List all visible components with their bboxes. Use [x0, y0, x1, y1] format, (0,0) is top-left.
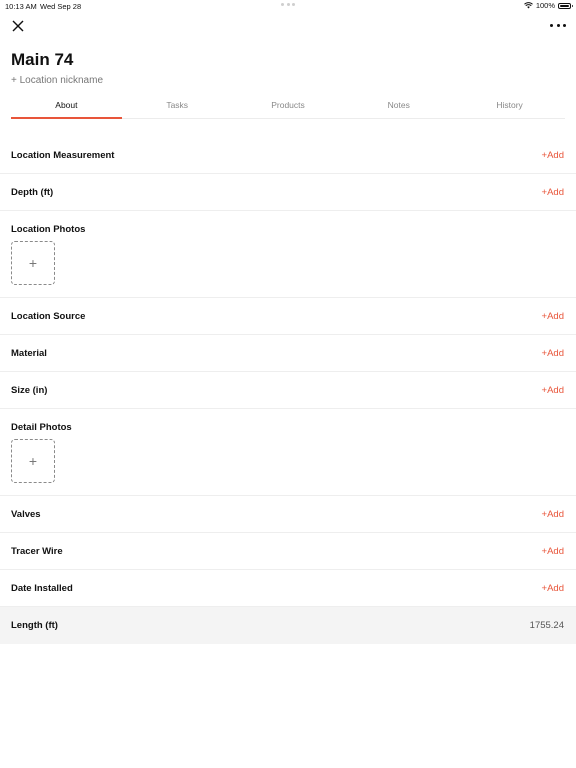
tab-notes[interactable]: Notes: [343, 96, 454, 118]
status-time: 10:13 AM: [5, 2, 37, 11]
row-depth: Depth (ft) +Add: [0, 174, 576, 211]
add-depth-button[interactable]: +Add: [542, 187, 564, 198]
row-label: Size (in): [11, 385, 48, 396]
status-date: Wed Sep 28: [40, 2, 82, 11]
add-size-button[interactable]: +Add: [542, 385, 564, 396]
row-detail-photos: Detail Photos +: [0, 409, 576, 496]
battery-icon: [558, 2, 573, 9]
row-label: Valves: [11, 509, 41, 520]
row-label: Tracer Wire: [11, 546, 63, 557]
row-label: Depth (ft): [11, 187, 54, 198]
row-size: Size (in) +Add: [0, 372, 576, 409]
row-date-installed: Date Installed +Add: [0, 570, 576, 607]
row-location-measurement: Location Measurement +Add: [0, 137, 576, 174]
attribute-list: Location Measurement +Add Depth (ft) +Ad…: [0, 137, 576, 644]
close-button[interactable]: [9, 17, 27, 35]
more-icon: [550, 23, 553, 27]
add-tracer-wire-button[interactable]: +Add: [542, 546, 564, 557]
add-date-installed-button[interactable]: +Add: [542, 583, 564, 594]
row-label: Length (ft): [11, 620, 58, 631]
more-button[interactable]: [550, 21, 566, 29]
tab-products[interactable]: Products: [233, 96, 344, 118]
status-right: 100%: [523, 1, 573, 10]
wifi-icon: [523, 2, 533, 9]
row-label: Detail Photos: [11, 422, 72, 433]
add-valves-button[interactable]: +Add: [542, 509, 564, 520]
add-location-photo-button[interactable]: +: [11, 241, 55, 285]
row-material: Material +Add: [0, 335, 576, 372]
row-label: Material: [11, 348, 47, 359]
row-location-source: Location Source +Add: [0, 298, 576, 335]
tab-tasks[interactable]: Tasks: [122, 96, 233, 118]
row-label: Location Source: [11, 311, 86, 322]
row-location-photos: Location Photos +: [0, 211, 576, 298]
close-icon: [12, 20, 24, 32]
row-length: Length (ft) 1755.24: [0, 607, 576, 644]
multitasking-dots[interactable]: [281, 3, 295, 6]
page-title: Main 74: [11, 50, 74, 69]
add-location-source-button[interactable]: +Add: [542, 311, 564, 322]
plus-icon: +: [28, 453, 38, 469]
row-tracer-wire: Tracer Wire +Add: [0, 533, 576, 570]
battery-percent: 100%: [535, 1, 555, 10]
status-bar: 10:13 AM Wed Sep 28 100%: [0, 0, 576, 12]
add-material-button[interactable]: +Add: [542, 348, 564, 359]
tab-history[interactable]: History: [454, 96, 565, 118]
tab-bar: About Tasks Products Notes History: [11, 96, 565, 119]
row-label: Date Installed: [11, 583, 73, 594]
tab-about[interactable]: About: [11, 96, 122, 119]
row-label: Location Photos: [11, 224, 86, 235]
add-location-measurement-button[interactable]: +Add: [542, 150, 564, 161]
add-detail-photo-button[interactable]: +: [11, 439, 55, 483]
plus-icon: +: [28, 255, 38, 271]
row-valves: Valves +Add: [0, 496, 576, 533]
add-nickname-link[interactable]: + Location nickname: [11, 75, 103, 86]
length-value: 1755.24: [529, 620, 564, 631]
row-label: Location Measurement: [11, 150, 115, 161]
